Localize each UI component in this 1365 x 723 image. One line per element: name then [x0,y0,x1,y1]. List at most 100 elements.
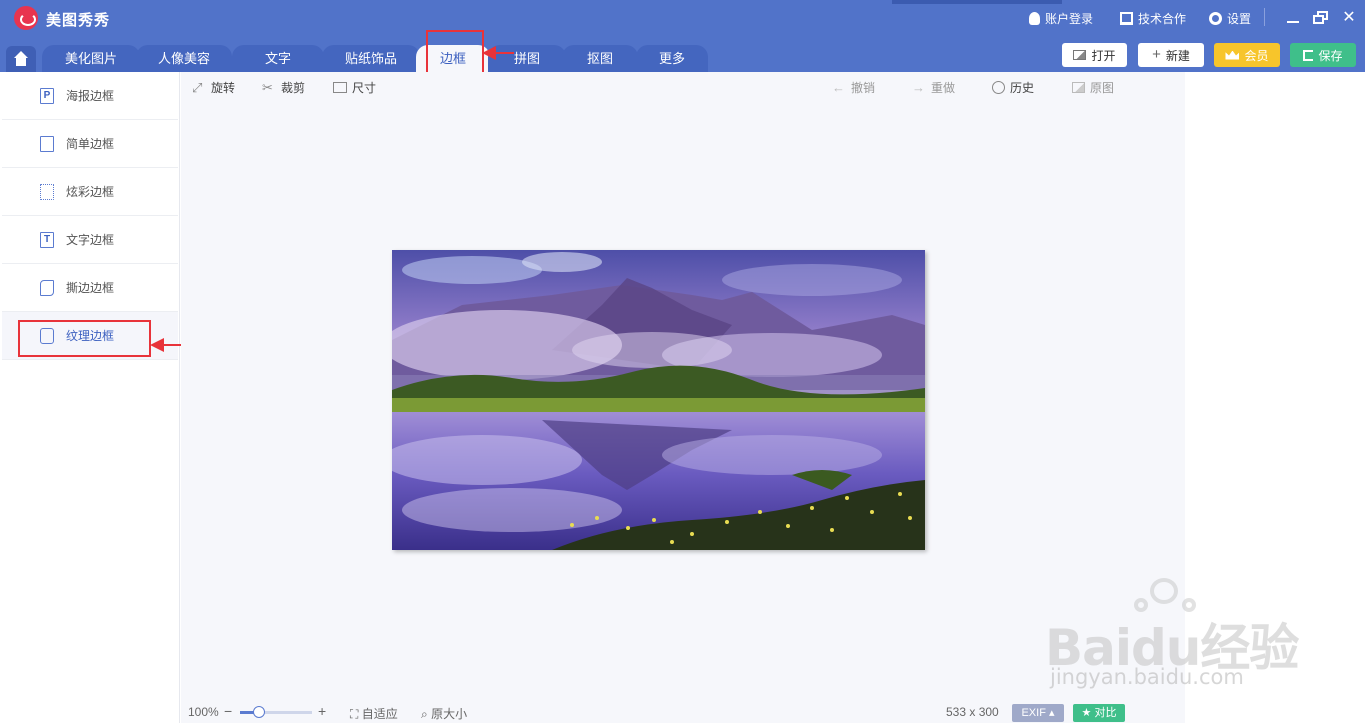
actual-size-button[interactable]: ⌕ 原大小 [421,705,467,722]
new-button[interactable]: + 新建 [1138,43,1204,67]
support-label: 技术合作 [1138,12,1187,26]
watermark-url: jingyan.baidu.com [1050,665,1244,689]
title-bar-divider [892,0,1062,4]
settings-label: 设置 [1227,12,1252,26]
simple-frame-icon [40,135,54,152]
sidebar-item-text-frame[interactable]: T 文字边框 [2,216,178,264]
sidebar-item-label: 文字边框 [66,233,115,247]
sidebar-item-colorful-frame[interactable]: 炫彩边框 [2,168,178,216]
poster-frame-icon: P [40,87,54,104]
image-dimensions: 533 x 300 [946,705,999,719]
tab-stickers[interactable]: 贴纸饰品 [322,45,420,72]
sidebar-item-torn-edge-frame[interactable]: 撕边边框 [2,264,178,312]
texture-frame-highlight [18,320,151,357]
frames-tab-arrow-annotation [482,46,514,60]
save-label: 保存 [1318,48,1343,63]
crop-tool[interactable]: ✂ 裁剪 [262,79,305,96]
gear-icon [1209,12,1222,25]
redo-button[interactable]: → 重做 [912,79,955,96]
sidebar-item-label: 海报边框 [66,89,115,103]
clock-icon [992,81,1005,94]
rotate-tool[interactable]: ⤢ 旋转 [192,79,235,96]
home-button[interactable] [6,46,36,72]
account-login-label: 账户登录 [1045,12,1094,26]
frames-tab-highlight [426,30,484,74]
compare-label: 对比 [1094,707,1117,719]
size-tool[interactable]: 尺寸 [333,79,376,96]
save-button[interactable]: 保存 [1290,43,1356,67]
support-link[interactable]: 技术合作 [1120,10,1186,27]
compare-button[interactable]: ★ 对比 [1073,704,1125,722]
history-button[interactable]: 历史 [992,79,1034,96]
actual-size-label: 原大小 [431,707,468,721]
colorful-frame-icon [40,183,54,200]
title-separator [1264,8,1265,26]
vip-label: 会员 [1244,48,1269,63]
app-logo-icon [14,6,38,30]
exif-button[interactable]: EXIF ▴ [1012,704,1064,722]
new-label: 新建 [1165,48,1190,63]
fit-label: 自适应 [361,707,398,721]
edited-photo[interactable] [392,250,925,550]
home-icon [14,51,28,58]
zoom-percent: 100% [188,705,219,719]
minimize-button[interactable] [1282,7,1304,29]
original-label: 原图 [1090,81,1115,95]
tab-collage[interactable]: 拼图 [488,45,566,72]
plus-icon: + [1152,46,1161,63]
zoom-slider-handle[interactable] [253,706,265,718]
tab-portrait[interactable]: 人像美容 [136,45,232,72]
rotate-label: 旋转 [211,81,236,95]
tab-cutout[interactable]: 抠图 [562,45,638,72]
text-frame-icon: T [40,231,54,248]
sidebar-item-simple-frame[interactable]: 简单边框 [2,120,178,168]
fit-icon: ⛶ [350,707,359,721]
title-bar: 美图秀秀 账户登录 技术合作 设置 ✕ [0,0,1365,38]
export-icon [1303,49,1314,61]
image-open-icon [1073,50,1087,60]
minus-icon: − [224,703,233,719]
vip-button[interactable]: 会员 [1214,43,1280,67]
tab-more[interactable]: 更多 [636,45,708,72]
sidebar-item-label: 撕边边框 [66,281,115,295]
close-icon: ✕ [1342,9,1356,26]
minimize-icon [1287,21,1299,23]
caret-up-icon: ▴ [1048,707,1055,719]
settings-link[interactable]: 设置 [1209,10,1251,27]
fit-to-window-button[interactable]: ⛶ 自适应 [350,705,398,722]
open-button[interactable]: 打开 [1062,43,1127,67]
magnifier-icon: ⌕ [421,707,428,721]
redo-label: 重做 [931,81,956,95]
monitor-icon [1120,12,1133,25]
sidebar-item-poster-frame[interactable]: P 海报边框 [2,72,178,120]
history-label: 历史 [1010,81,1035,95]
crown-icon [1225,50,1240,60]
redo-arrow-icon: → [912,79,925,95]
image-icon [1072,82,1085,93]
tab-text[interactable]: 文字 [232,45,324,72]
size-label: 尺寸 [352,81,377,95]
scissors-icon: ✂ [262,79,273,95]
app-title: 美图秀秀 [46,12,111,29]
user-icon [1029,12,1040,25]
resize-icon [333,82,347,93]
sidebar-item-label: 简单边框 [66,137,115,151]
compare-star-icon: ★ [1081,707,1092,719]
zoom-in-button[interactable]: + [318,703,326,719]
zoom-out-button[interactable]: − [224,703,232,719]
zoom-slider[interactable] [240,711,312,714]
landscape-photo [392,250,925,550]
tab-beautify[interactable]: 美化图片 [42,45,140,72]
open-label: 打开 [1091,48,1116,63]
undo-button[interactable]: ← 撤销 [832,79,875,96]
exif-label: EXIF [1021,707,1046,719]
crop-label: 裁剪 [281,81,306,95]
account-login-link[interactable]: 账户登录 [1029,10,1093,27]
torn-edge-frame-icon [40,279,54,296]
sidebar-item-label: 炫彩边框 [66,185,115,199]
undo-label: 撤销 [851,81,876,95]
maximize-button[interactable] [1310,7,1332,29]
original-image-button[interactable]: 原图 [1072,79,1114,96]
plus-icon: + [318,703,327,719]
close-button[interactable]: ✕ [1338,7,1360,29]
